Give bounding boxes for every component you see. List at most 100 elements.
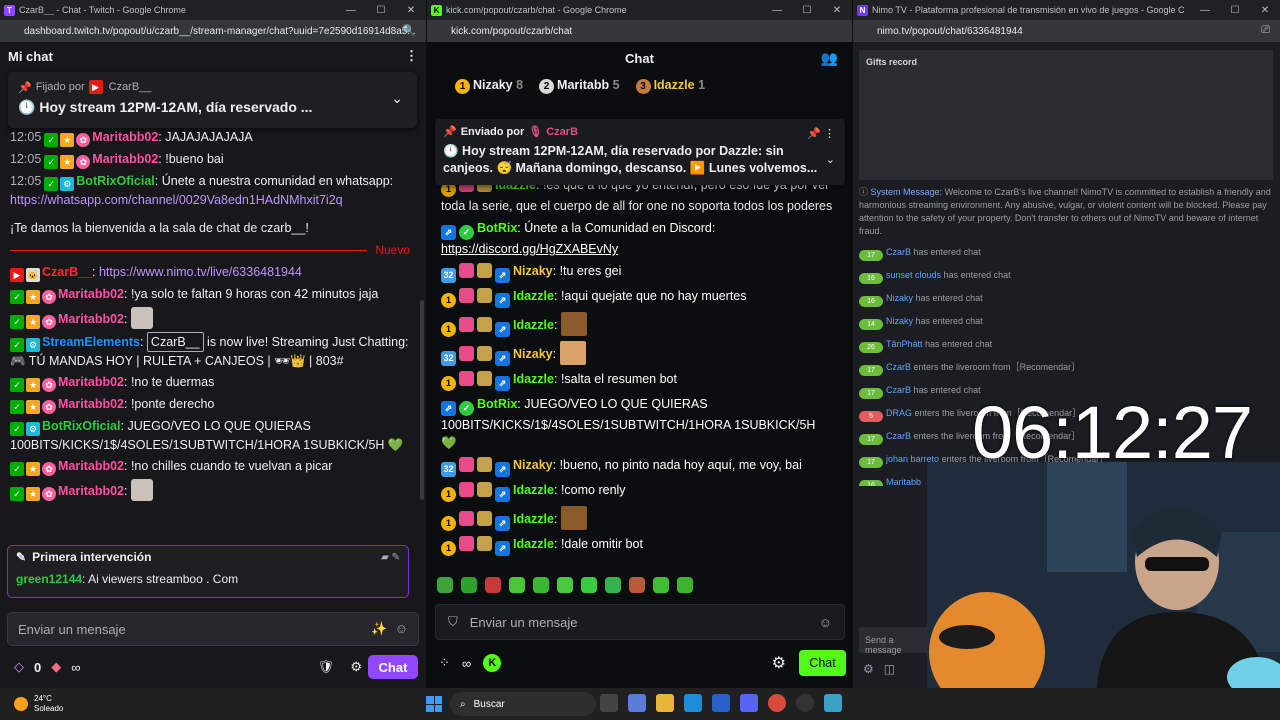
address-bar[interactable]: nimo.tv/popout/chat/6336481944 ⎚: [853, 20, 1280, 42]
scrollbar[interactable]: [420, 300, 424, 500]
emote-icon[interactable]: [533, 577, 549, 593]
chat-send-button[interactable]: Chat: [368, 655, 418, 679]
username[interactable]: TânPhátt: [886, 339, 923, 349]
username[interactable]: Maritabb02: [58, 484, 124, 498]
username[interactable]: Nizaky: [513, 347, 553, 361]
address-bar[interactable]: dashboard.twitch.tv/popout/u/czarb__/str…: [0, 20, 426, 42]
gear-icon[interactable]: ⚙: [350, 659, 362, 675]
users-icon[interactable]: 👥: [821, 50, 838, 67]
mention-tag[interactable]: CzarB__: [146, 332, 204, 352]
username[interactable]: CzarB: [886, 362, 911, 372]
gear-icon[interactable]: ⚙: [772, 653, 786, 673]
maximize-icon[interactable]: ☐: [1220, 5, 1250, 16]
emote-icon[interactable]: [581, 577, 597, 593]
minimize-icon[interactable]: —: [336, 5, 366, 16]
close-icon[interactable]: ✕: [822, 5, 852, 16]
username[interactable]: Idazzle: [513, 537, 554, 551]
username[interactable]: CzarB__: [42, 265, 92, 279]
close-icon[interactable]: ✕: [1250, 5, 1280, 16]
message-input[interactable]: Enviar un mensaje ✨ ☺: [7, 612, 419, 646]
username[interactable]: BotRixOficial: [42, 419, 121, 433]
cast-icon[interactable]: ⎚: [1261, 24, 1270, 37]
weather-widget[interactable]: 24°C Soleado: [14, 694, 63, 714]
username[interactable]: Maritabb02: [58, 375, 124, 389]
username[interactable]: Idazzle: [513, 289, 554, 303]
shield-icon[interactable]: 🛡: [317, 659, 334, 675]
message-input[interactable]: ⛉ Enviar un mensaje ☺: [435, 604, 845, 640]
widgets-icon[interactable]: [628, 694, 646, 712]
nimo-link[interactable]: https://www.nimo.tv/live/6336481944: [99, 265, 302, 279]
whatsapp-link[interactable]: https://whatsapp.com/channel/0029Va8edn1…: [10, 193, 343, 207]
username[interactable]: BotRixOficial: [76, 174, 155, 188]
username[interactable]: green12144: [16, 572, 82, 586]
username[interactable]: StreamElements: [42, 335, 140, 349]
username[interactable]: BotRix: [477, 397, 517, 411]
username[interactable]: DRAG: [886, 408, 912, 418]
more-options-icon[interactable]: ⋮: [405, 48, 418, 64]
close-icon[interactable]: ✕: [396, 5, 426, 16]
emote-icon[interactable]: [437, 577, 453, 593]
pin-actions-icon[interactable]: 📌 ⋮: [807, 127, 835, 140]
emoji-picker-icon[interactable]: ☺: [395, 621, 408, 636]
username[interactable]: Maritabb02: [92, 130, 158, 144]
card-tools-icon[interactable]: ▰ ✎: [381, 552, 400, 563]
emote-icon[interactable]: [653, 577, 669, 593]
pinned-message[interactable]: 📌 Enviado por 🎙 CzarB 📌 ⋮ ⌄ 🕛 Hoy stream 12…: [435, 119, 845, 185]
username[interactable]: Maritabb: [886, 477, 921, 486]
taskbar-search[interactable]: ⌕ Buscar: [450, 692, 596, 716]
username[interactable]: Maritabb02: [58, 397, 124, 411]
store-icon[interactable]: [712, 694, 730, 712]
channel-points-icon[interactable]: ◇: [14, 659, 24, 675]
kick-logo-icon[interactable]: K: [483, 654, 502, 672]
minimize-icon[interactable]: —: [1190, 5, 1220, 16]
emote-icon[interactable]: [461, 577, 477, 593]
emote-icon[interactable]: [485, 577, 501, 593]
username[interactable]: Nizaky: [513, 458, 553, 472]
infinity-icon[interactable]: ∞: [462, 656, 471, 671]
chrome-icon[interactable]: [768, 694, 786, 712]
username[interactable]: Maritabb02: [58, 312, 124, 326]
emote-icon[interactable]: [677, 577, 693, 593]
username[interactable]: Idazzle: [513, 372, 554, 386]
username[interactable]: Nizaky: [886, 316, 913, 326]
dots-icon[interactable]: ⁘: [439, 655, 450, 671]
magic-wand-icon[interactable]: ✨: [371, 621, 387, 636]
emote-icon[interactable]: [509, 577, 525, 593]
top-gifter[interactable]: 2 Maritabb 5: [539, 78, 620, 94]
minimize-icon[interactable]: —: [762, 5, 792, 16]
username[interactable]: CzarB: [886, 247, 911, 257]
username[interactable]: Idazzle: [513, 512, 554, 526]
message-input[interactable]: Send a message: [859, 627, 929, 655]
username[interactable]: sunset clouds: [886, 270, 941, 280]
tbp-icon[interactable]: ◫: [884, 662, 895, 676]
chat-send-button[interactable]: Chat: [799, 650, 846, 676]
windows-start-icon[interactable]: [426, 696, 442, 712]
username[interactable]: Nizaky: [886, 293, 913, 303]
top-gifter[interactable]: 3 Idazzle 1: [635, 78, 705, 94]
top-gifter[interactable]: 1 Nizaky 8: [455, 78, 523, 94]
username[interactable]: Maritabb02: [58, 459, 124, 473]
notepad-icon[interactable]: [824, 694, 842, 712]
zoom-icon[interactable]: 🔍: [402, 24, 416, 37]
chevron-down-icon[interactable]: ⌄: [826, 153, 835, 166]
discord-link[interactable]: https://discord.gg/HgZXABEvNy: [441, 242, 618, 256]
emote-icon[interactable]: [557, 577, 573, 593]
discord-icon[interactable]: [740, 694, 758, 712]
username[interactable]: Maritabb02: [58, 287, 124, 301]
chevron-down-icon[interactable]: ⌄: [391, 90, 403, 107]
bits-icon[interactable]: ◆: [51, 659, 61, 675]
emoji-picker-icon[interactable]: ☺: [819, 615, 832, 630]
username[interactable]: CzarB: [886, 385, 911, 395]
settings-icon[interactable]: ⚙: [863, 662, 874, 676]
task-view-icon[interactable]: [600, 694, 618, 712]
username[interactable]: CzarB: [886, 431, 911, 441]
username[interactable]: BotRix: [477, 221, 517, 235]
maximize-icon[interactable]: ☐: [792, 5, 822, 16]
username[interactable]: Idazzle: [513, 483, 554, 497]
maximize-icon[interactable]: ☐: [366, 5, 396, 16]
edge-icon[interactable]: [684, 694, 702, 712]
first-time-chatter-card[interactable]: ✎ Primera intervención ▰ ✎ green12144: Ai…: [7, 545, 409, 598]
username[interactable]: Idazzle: [513, 318, 554, 332]
emote-icon[interactable]: [605, 577, 621, 593]
pinned-message[interactable]: 📌 Fijado por ▶ CzarB__ 🕛 Hoy stream 12PM…: [8, 72, 417, 128]
